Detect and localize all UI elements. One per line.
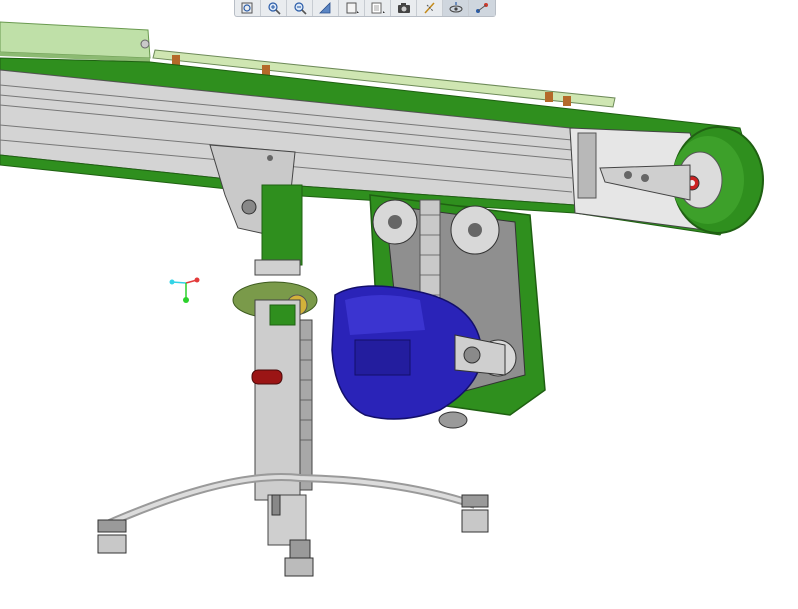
camera-icon xyxy=(397,3,410,13)
section-view-button[interactable] xyxy=(417,0,443,16)
zoom-box-icon xyxy=(241,2,252,14)
axis-triad xyxy=(169,277,200,303)
zoom-out-icon xyxy=(293,2,307,15)
zoom-box-button[interactable] xyxy=(235,0,261,16)
standard-views-icon xyxy=(346,2,359,14)
hide-show-button[interactable] xyxy=(443,0,469,16)
zoom-in-button[interactable] xyxy=(261,0,287,16)
guide-plate xyxy=(0,21,151,62)
view-toolbar xyxy=(234,0,496,17)
adjustment-knob xyxy=(251,369,283,385)
hide-show-icon xyxy=(449,2,462,13)
zoom-in-icon xyxy=(267,2,281,15)
display-style-icon xyxy=(371,2,385,14)
support-stand xyxy=(209,144,318,501)
3d-viewport[interactable] xyxy=(0,0,798,609)
pointer-icon xyxy=(476,3,488,13)
section-view-icon xyxy=(423,2,435,14)
pointer-button[interactable] xyxy=(469,0,495,16)
display-style-button[interactable] xyxy=(365,0,391,16)
standard-views-button[interactable] xyxy=(339,0,365,16)
view-orientation-button[interactable] xyxy=(313,0,339,16)
camera-button[interactable] xyxy=(391,0,417,16)
zoom-out-button[interactable] xyxy=(287,0,313,16)
view-orientation-icon xyxy=(318,2,330,14)
